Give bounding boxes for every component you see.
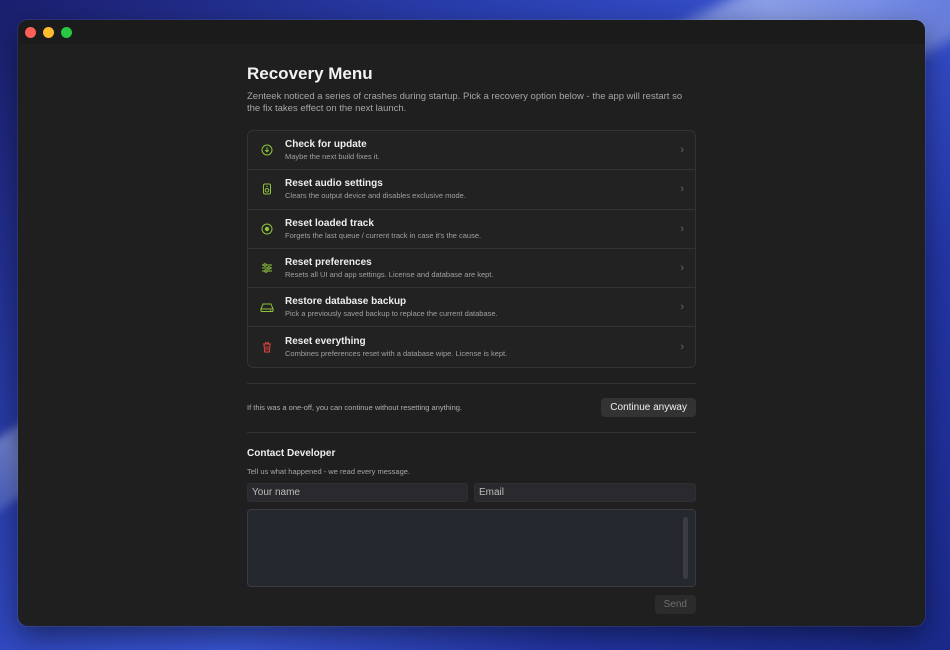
option-title: Reset loaded track: [285, 217, 374, 229]
send-row: Send: [247, 594, 696, 614]
email-input[interactable]: [474, 482, 696, 502]
contact-title: Contact Developer: [247, 447, 336, 459]
chevron-right-icon: ›: [680, 262, 684, 275]
option-subtitle: Resets all UI and app settings. License …: [285, 270, 494, 280]
trash-icon: [260, 340, 274, 354]
chevron-right-icon: ›: [680, 222, 684, 235]
option-subtitle: Maybe the next build fixes it.: [285, 152, 380, 162]
option-title: Check for update: [285, 139, 367, 151]
option-restore-database-backup[interactable]: Restore database backup Pick a previousl…: [248, 288, 695, 328]
option-title: Reset everything: [285, 336, 366, 348]
option-reset-loaded-track[interactable]: Reset loaded track Forgets the last queu…: [248, 210, 695, 249]
option-reset-preferences[interactable]: Reset preferences Resets all UI and app …: [248, 249, 695, 289]
message-box: [247, 508, 696, 587]
continue-anyway-button[interactable]: Continue anyway: [601, 398, 696, 418]
continue-row: If this was a one-off, you can continue …: [247, 384, 696, 432]
name-input[interactable]: [247, 482, 468, 502]
option-title: Restore database backup: [285, 296, 407, 308]
sliders-icon: [260, 261, 274, 275]
option-reset-everything[interactable]: Reset everything Combines preferences re…: [248, 327, 695, 366]
download-icon: [260, 143, 274, 157]
record-icon: [260, 222, 274, 236]
chevron-right-icon: ›: [680, 183, 684, 196]
page-description: Zenteek noticed a series of crashes duri…: [247, 91, 683, 114]
send-button[interactable]: Send: [654, 594, 696, 614]
message-textarea[interactable]: [248, 509, 695, 586]
page-title: Recovery Menu: [247, 64, 373, 83]
titlebar: [18, 20, 925, 44]
contact-subtitle: Tell us what happened - we read every me…: [247, 466, 411, 476]
message-scrollbar[interactable]: [683, 516, 688, 579]
close-window-button[interactable]: [25, 26, 36, 38]
option-subtitle: Forgets the last queue / current track i…: [285, 230, 482, 240]
section-divider: [247, 431, 696, 433]
speaker-icon: [260, 182, 274, 196]
drive-icon: [260, 300, 274, 314]
option-subtitle: Combines preferences reset with a databa…: [285, 349, 508, 359]
app-window: Recovery Menu Zenteek noticed a series o…: [18, 20, 925, 626]
recovery-options-list: Check for update Maybe the next build fi…: [247, 130, 696, 368]
minimize-window-button[interactable]: [43, 26, 54, 38]
contact-fields: [247, 482, 696, 502]
chevron-right-icon: ›: [680, 144, 684, 157]
chevron-right-icon: ›: [680, 301, 684, 314]
chevron-right-icon: ›: [680, 341, 684, 354]
recovery-content: Recovery Menu Zenteek noticed a series o…: [247, 44, 696, 614]
option-subtitle: Clears the output device and disables ex…: [285, 191, 466, 201]
continue-hint: If this was a one-off, you can continue …: [247, 403, 462, 413]
option-title: Reset audio settings: [285, 178, 383, 190]
option-subtitle: Pick a previously saved backup to replac…: [285, 309, 498, 319]
option-title: Reset preferences: [285, 257, 372, 269]
zoom-window-button[interactable]: [61, 26, 72, 38]
option-reset-audio-settings[interactable]: Reset audio settings Clears the output d…: [248, 170, 695, 210]
option-check-for-update[interactable]: Check for update Maybe the next build fi…: [248, 131, 695, 171]
